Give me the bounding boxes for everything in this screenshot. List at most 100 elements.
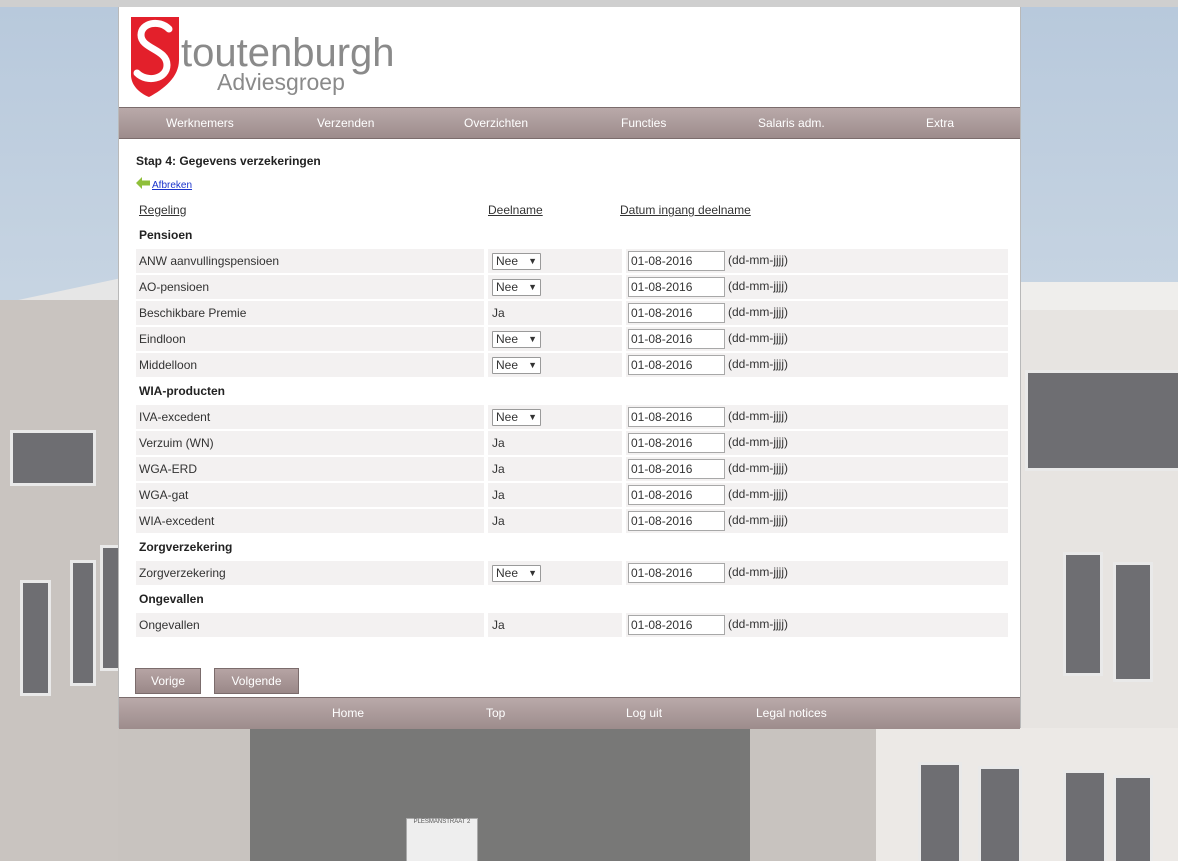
date-format-hint: (dd-mm-jjjj) xyxy=(728,435,788,450)
datum-cell: 01-08-2016 (dd-mm-jjjj) xyxy=(626,275,1008,299)
nav-item-salaris-adm[interactable]: Salaris adm. xyxy=(758,108,825,138)
footer-link-legal-notices[interactable]: Legal notices xyxy=(756,698,827,729)
deelname-cell: Nee ▼ xyxy=(488,249,622,273)
date-format-hint: (dd-mm-jjjj) xyxy=(728,357,788,372)
deelname-cell: Nee ▼ xyxy=(488,275,622,299)
date-format-hint: (dd-mm-jjjj) xyxy=(728,461,788,476)
chevron-down-icon: ▼ xyxy=(528,359,537,370)
section-title: Zorgverzekering xyxy=(136,535,1008,559)
building-window xyxy=(978,766,1022,861)
datum-input[interactable]: 01-08-2016 xyxy=(628,433,725,453)
section-header-row: WIA-producten xyxy=(136,379,1008,403)
previous-button[interactable]: Vorige xyxy=(135,668,201,694)
next-button[interactable]: Volgende xyxy=(214,668,299,694)
regeling-name: Zorgverzekering xyxy=(136,561,484,585)
deelname-select[interactable]: Nee ▼ xyxy=(492,356,541,374)
table-row: Verzuim (WN) Ja 01-08-2016 (dd-mm-jjjj) xyxy=(136,431,1008,455)
deelname-cell: Ja xyxy=(488,301,622,325)
building-entrance xyxy=(250,728,750,861)
date-format-hint: (dd-mm-jjjj) xyxy=(728,565,788,580)
table-row: Middelloon Nee ▼ 01-08-2016 (dd-mm-jjjj) xyxy=(136,353,1008,377)
regeling-name: Eindloon xyxy=(136,327,484,351)
datum-cell: 01-08-2016 (dd-mm-jjjj) xyxy=(626,431,1008,455)
chevron-down-icon: ▼ xyxy=(528,281,537,292)
deelname-select-value: Nee xyxy=(496,565,519,580)
datum-input[interactable]: 01-08-2016 xyxy=(628,277,725,297)
column-header-datum: Datum ingang deelname xyxy=(620,203,751,217)
regeling-name: AO-pensioen xyxy=(136,275,484,299)
table-row: Zorgverzekering Nee ▼ 01-08-2016 (dd-mm-jjjj… xyxy=(136,561,1008,585)
section-header-row: Pensioen xyxy=(136,223,1008,247)
deelname-select-value: Nee xyxy=(496,357,519,372)
back-link[interactable]: Afbreken xyxy=(152,180,192,191)
table-row: IVA-excedent Nee ▼ 01-08-2016 (dd-mm-jjjj) xyxy=(136,405,1008,429)
datum-cell: 01-08-2016 (dd-mm-jjjj) xyxy=(626,457,1008,481)
datum-input[interactable]: 01-08-2016 xyxy=(628,459,725,479)
building-window xyxy=(1025,370,1178,471)
datum-input[interactable]: 01-08-2016 xyxy=(628,355,725,375)
logo: toutenburgh Adviesgroep xyxy=(129,15,429,105)
date-format-hint: (dd-mm-jjjj) xyxy=(728,331,788,346)
section-header-row: Zorgverzekering xyxy=(136,535,1008,559)
building-window xyxy=(1113,775,1153,861)
footer-link-home[interactable]: Home xyxy=(332,698,364,729)
regeling-name: WGA-gat xyxy=(136,483,484,507)
building-window xyxy=(10,430,96,486)
deelname-select[interactable]: Nee ▼ xyxy=(492,252,541,270)
nav-item-verzenden[interactable]: Verzenden xyxy=(317,108,374,138)
regeling-name: Middelloon xyxy=(136,353,484,377)
datum-cell: 01-08-2016 (dd-mm-jjjj) xyxy=(626,353,1008,377)
deelname-select[interactable]: Nee ▼ xyxy=(492,564,541,582)
table-row: Ongevallen Ja 01-08-2016 (dd-mm-jjjj) xyxy=(136,613,1008,637)
chevron-down-icon: ▼ xyxy=(528,411,537,422)
deelname-cell: Ja xyxy=(488,431,622,455)
regeling-name: Verzuim (WN) xyxy=(136,431,484,455)
nav-item-overzichten[interactable]: Overzichten xyxy=(464,108,528,138)
nav-item-werknemers[interactable]: Werknemers xyxy=(166,108,234,138)
footer-link-top[interactable]: Top xyxy=(486,698,505,729)
building-window xyxy=(918,762,962,861)
section-header-row: Ongevallen xyxy=(136,587,1008,611)
nav-item-functies[interactable]: Functies xyxy=(621,108,666,138)
deelname-cell: Ja xyxy=(488,457,622,481)
datum-input[interactable]: 01-08-2016 xyxy=(628,303,725,323)
datum-input[interactable]: 01-08-2016 xyxy=(628,329,725,349)
deelname-value: Ja xyxy=(492,488,505,502)
deelname-select[interactable]: Nee ▼ xyxy=(492,278,541,296)
chevron-down-icon: ▼ xyxy=(528,567,537,578)
deelname-cell: Ja xyxy=(488,483,622,507)
table-row: WGA-gat Ja 01-08-2016 (dd-mm-jjjj) xyxy=(136,483,1008,507)
deelname-cell: Nee ▼ xyxy=(488,561,622,585)
date-format-hint: (dd-mm-jjjj) xyxy=(728,487,788,502)
deelname-select[interactable]: Nee ▼ xyxy=(492,330,541,348)
date-format-hint: (dd-mm-jjjj) xyxy=(728,617,788,632)
datum-input[interactable]: 01-08-2016 xyxy=(628,407,725,427)
building-window xyxy=(70,560,96,686)
datum-input[interactable]: 01-08-2016 xyxy=(628,615,725,635)
building-window xyxy=(1063,552,1103,676)
building-sign: PLESMANSTRAAT 2 xyxy=(406,818,478,861)
column-header-deelname: Deelname xyxy=(488,203,543,217)
column-header-regeling: Regeling xyxy=(139,203,187,217)
nav-item-extra[interactable]: Extra xyxy=(926,108,954,138)
regeling-name: IVA-excedent xyxy=(136,405,484,429)
deelname-select-value: Nee xyxy=(496,253,519,268)
datum-cell: 01-08-2016 (dd-mm-jjjj) xyxy=(626,561,1008,585)
table-row: AO-pensioen Nee ▼ 01-08-2016 (dd-mm-jjjj) xyxy=(136,275,1008,299)
datum-input[interactable]: 01-08-2016 xyxy=(628,251,725,271)
datum-input[interactable]: 01-08-2016 xyxy=(628,511,725,531)
table-row: ANW aanvullingspensioen Nee ▼ 01-08-2016 (dd… xyxy=(136,249,1008,273)
date-format-hint: (dd-mm-jjjj) xyxy=(728,513,788,528)
datum-cell: 01-08-2016 (dd-mm-jjjj) xyxy=(626,613,1008,637)
deelname-select[interactable]: Nee ▼ xyxy=(492,408,541,426)
datum-cell: 01-08-2016 (dd-mm-jjjj) xyxy=(626,509,1008,533)
datum-input[interactable]: 01-08-2016 xyxy=(628,563,725,583)
datum-input[interactable]: 01-08-2016 xyxy=(628,485,725,505)
page-title: Stap 4: Gegevens verzekeringen xyxy=(136,154,321,168)
datum-cell: 01-08-2016 (dd-mm-jjjj) xyxy=(626,327,1008,351)
regeling-name: WIA-excedent xyxy=(136,509,484,533)
building-window xyxy=(20,580,51,696)
page-container: toutenburgh Adviesgroep Werknemers Verze… xyxy=(118,7,1021,729)
regeling-name: WGA-ERD xyxy=(136,457,484,481)
footer-link-logout[interactable]: Log uit xyxy=(626,698,662,729)
